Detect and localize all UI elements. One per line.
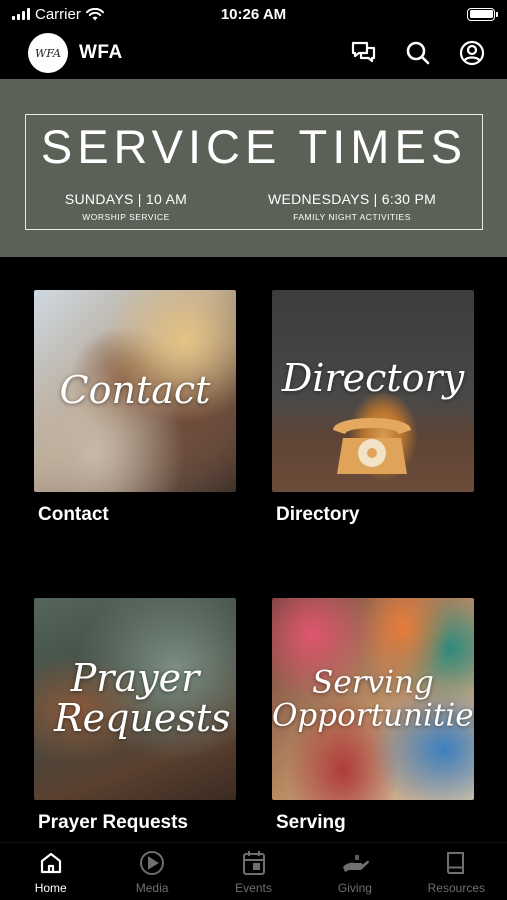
tab-home[interactable]: Home — [0, 843, 101, 900]
status-left: Carrier — [12, 6, 182, 23]
tab-resources[interactable]: Resources — [406, 843, 507, 900]
status-right — [325, 7, 498, 21]
tile-image-text: Contact — [59, 368, 211, 413]
prayer-requests-image[interactable]: Prayer Requests — [34, 598, 236, 800]
tile-label[interactable]: Prayer Requests — [34, 812, 236, 834]
header-actions — [347, 36, 489, 70]
tile-contact[interactable]: Contact Contact — [34, 290, 236, 526]
app-header: WFA WFA — [0, 28, 507, 78]
chat-icon[interactable] — [347, 36, 381, 70]
serving-opportunities-image[interactable]: Serving Opportunities — [272, 598, 474, 800]
signal-icon — [12, 8, 30, 20]
tile-label[interactable]: Directory — [272, 504, 474, 526]
telephone-icon — [333, 418, 411, 474]
service-time: SUNDAYS | 10 AM — [64, 191, 188, 207]
tile-serving-opportunities[interactable]: Serving Opportunities Serving — [272, 598, 474, 834]
battery-icon — [467, 7, 498, 21]
tab-label: Giving — [337, 881, 372, 895]
tab-label: Events — [235, 881, 272, 895]
service-times-banner[interactable]: SERVICE TIMES SUNDAYS | 10 AM WORSHIP SE… — [0, 79, 507, 257]
banner-title: SERVICE TIMES — [40, 120, 468, 173]
app-title: WFA — [79, 42, 123, 63]
wifi-icon — [85, 7, 104, 20]
service-sunday: SUNDAYS | 10 AM WORSHIP SERVICE — [26, 191, 226, 222]
tile-image-text: Directory — [281, 355, 465, 400]
tab-label: Resources — [427, 881, 485, 895]
tab-label: Media — [135, 881, 169, 895]
tile-image-text: Prayer Requests — [54, 656, 231, 740]
status-time: 10:26 AM — [220, 5, 287, 23]
book-icon — [442, 849, 470, 877]
giving-icon — [341, 849, 369, 877]
tab-giving[interactable]: Giving — [304, 843, 405, 900]
directory-image[interactable]: Directory — [272, 290, 474, 492]
banner-frame: SERVICE TIMES SUNDAYS | 10 AM WORSHIP SE… — [25, 114, 483, 230]
tile-label[interactable]: Contact — [34, 504, 236, 526]
status-bar: Carrier 10:26 AM — [0, 0, 507, 28]
tab-events[interactable]: Events — [203, 843, 304, 900]
calendar-icon — [240, 849, 268, 877]
bottom-tab-bar: Home Media Events Giving Resources — [0, 842, 507, 900]
carrier-label: Carrier — [35, 5, 81, 23]
church-logo[interactable]: WFA — [28, 33, 68, 73]
tab-label: Home — [34, 881, 67, 895]
home-icon — [37, 849, 65, 877]
tab-media[interactable]: Media — [101, 843, 202, 900]
tile-directory[interactable]: Directory Directory — [272, 290, 474, 526]
tile-label[interactable]: Serving — [272, 812, 474, 834]
play-icon — [138, 849, 166, 877]
tile-image-text: Serving Opportunities — [272, 664, 474, 733]
search-icon[interactable] — [401, 36, 435, 70]
service-time: WEDNESDAYS | 6:30 PM — [267, 191, 437, 207]
profile-icon[interactable] — [455, 36, 489, 70]
tile-prayer-requests[interactable]: Prayer Requests Prayer Requests — [34, 598, 236, 834]
service-description: WORSHIP SERVICE — [82, 212, 170, 222]
contact-image[interactable]: Contact — [34, 290, 236, 492]
service-wednesday: WEDNESDAYS | 6:30 PM FAMILY NIGHT ACTIVI… — [252, 191, 452, 222]
service-description: FAMILY NIGHT ACTIVITIES — [293, 212, 411, 222]
